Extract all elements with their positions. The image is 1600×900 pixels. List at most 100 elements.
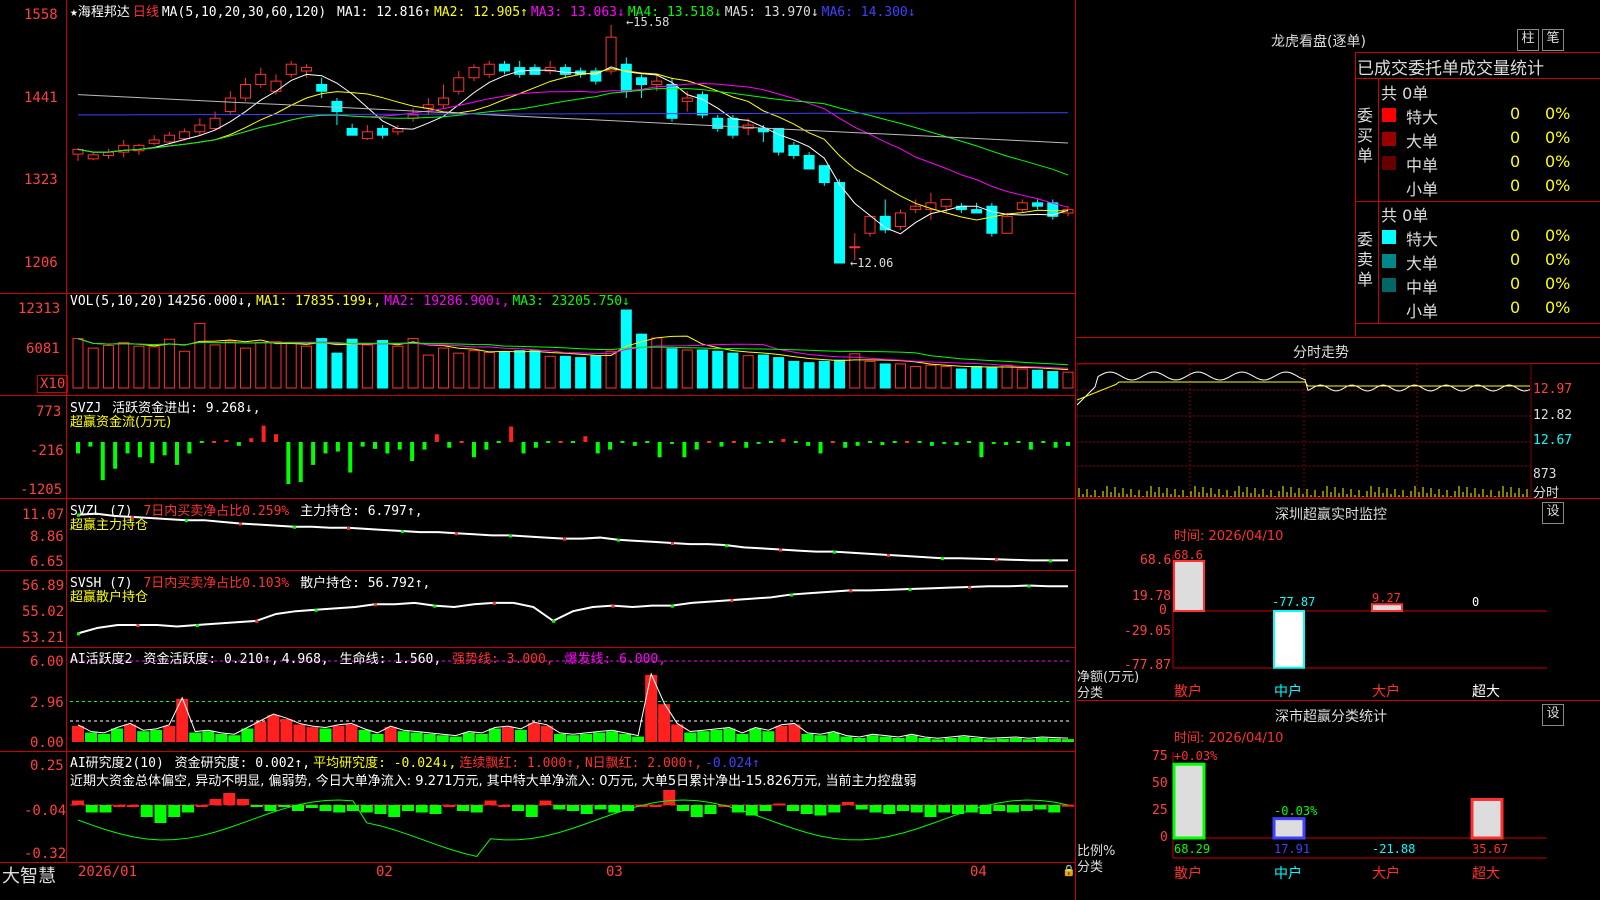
vol-bar <box>194 322 206 389</box>
activity-bar <box>1022 739 1035 742</box>
retail-line-dot <box>374 603 377 607</box>
ai2-t2: 平均研究度: -0.024↓, <box>313 756 457 771</box>
activity-bar <box>944 737 957 742</box>
flow-bar <box>707 441 712 443</box>
flow-bar <box>917 441 922 443</box>
lock-icon[interactable]: 🔒 <box>1062 864 1076 877</box>
right-chart-svg[interactable]: 68.6 散户 -77.87 中户 9.27 大户 0 超大 68.29 散户 17.91 中户 -21… <box>1077 0 1600 900</box>
flow-bar <box>632 442 637 446</box>
vol-bar <box>773 357 785 389</box>
activity-bar <box>1009 737 1022 742</box>
activity-bar <box>345 724 358 742</box>
period-label[interactable]: 日线 <box>133 5 159 20</box>
vol-bar <box>849 353 861 389</box>
research-bar <box>388 805 401 817</box>
activity-bar <box>228 735 241 742</box>
sz-cat-label: 中户 <box>1274 683 1302 700</box>
flow-bar <box>967 441 971 443</box>
svzl-sub: 超赢主力持仓 <box>70 518 149 533</box>
flow-bar <box>397 442 402 450</box>
research-bar <box>512 805 524 811</box>
vol-bar <box>438 347 450 389</box>
research-bar <box>99 805 112 813</box>
mainforce-line <box>77 512 1068 562</box>
candle-body <box>377 127 389 136</box>
flow-bar <box>719 442 724 447</box>
candle-body <box>651 80 663 85</box>
vol-bar <box>834 359 846 389</box>
activity-bar <box>280 719 293 742</box>
vol-unit: X10 <box>37 375 69 393</box>
flow-bar <box>1028 442 1033 450</box>
research-bar <box>993 805 1006 811</box>
flow-bar <box>793 441 798 443</box>
flow-bar <box>620 441 625 443</box>
retail-line-dot <box>255 619 259 623</box>
retail-line-dot <box>195 624 199 628</box>
candle-body <box>148 139 160 144</box>
activity-bar <box>697 731 710 742</box>
sell-row-name-4: 小单 <box>1406 302 1439 321</box>
research-bar <box>209 799 222 805</box>
vol-bar <box>894 363 906 389</box>
candle-body <box>818 165 830 184</box>
ma-value-2: MA2: 12.905↑ <box>433 5 528 20</box>
research-bar <box>814 805 827 816</box>
sell-row-pct-3: 0% <box>1545 274 1571 293</box>
activity-line <box>77 672 1069 739</box>
activity-bar <box>371 733 384 742</box>
flow-bar <box>855 442 860 446</box>
vol-bar <box>605 350 617 389</box>
ai2-axis-1: 0.25 <box>30 758 64 774</box>
activity-bar <box>1062 739 1074 742</box>
research-bar <box>897 805 909 811</box>
buy-row-name-1: 特大 <box>1406 108 1439 127</box>
flow-bar <box>88 442 93 447</box>
research-bar <box>85 805 98 813</box>
retail-line-dot <box>433 604 437 608</box>
ai1-t4: 强势线: 3.000, <box>452 652 554 667</box>
flow-bar <box>645 441 650 443</box>
vol-bar <box>285 343 297 389</box>
vol-bar <box>1001 364 1013 389</box>
research-bar <box>319 805 332 811</box>
date-axis-3: 03 <box>606 864 623 880</box>
vol-bar <box>377 339 389 389</box>
flow-bar <box>521 442 526 454</box>
vol-ma1: MA1: 17835.199↓, <box>256 294 382 309</box>
mainforce-line-dot <box>779 548 782 552</box>
candle-body <box>559 67 571 75</box>
svzl-axis-2: 8.86 <box>30 529 64 545</box>
flow-bar <box>583 436 588 442</box>
research-bar <box>1062 804 1074 807</box>
vol-bar <box>422 354 434 389</box>
activity-bar <box>996 738 1009 742</box>
activity-bar <box>918 737 931 742</box>
right-panel: 龙虎看盘(逐单) 柱 笔 已成交委托单成交量统计 委买单 委卖单 共 0单 共 … <box>1077 0 1600 900</box>
candle-body <box>529 67 541 75</box>
ai2-axis-2: -0.04 <box>24 803 67 819</box>
research-bar <box>223 793 236 805</box>
vol-bar <box>986 367 998 389</box>
svzj-sub: 超赢资金流(万元) <box>70 415 172 430</box>
activity-bar <box>501 727 514 742</box>
mainforce-line-dot <box>347 526 350 530</box>
mainforce-line-dot <box>455 532 458 536</box>
research-bar <box>553 805 566 810</box>
cls-bar <box>1172 762 1206 840</box>
flow-bar <box>311 442 316 465</box>
brand-logo: 大智慧 <box>2 866 56 887</box>
stock-name[interactable]: ★海程邦达 <box>70 5 130 20</box>
research-bar <box>182 805 194 813</box>
mainforce-line-dot <box>293 525 296 529</box>
flow-bar <box>137 442 142 458</box>
candle-body <box>1016 202 1028 211</box>
activity-bar <box>319 728 332 742</box>
vol-bar <box>331 352 343 389</box>
vol-bar <box>803 362 815 389</box>
flow-bar <box>670 442 674 444</box>
cls-cat-label: 超大 <box>1472 866 1500 882</box>
cls-cat-label: 大户 <box>1372 865 1400 882</box>
retail-line-dot <box>314 608 318 612</box>
research-bar <box>938 805 951 813</box>
